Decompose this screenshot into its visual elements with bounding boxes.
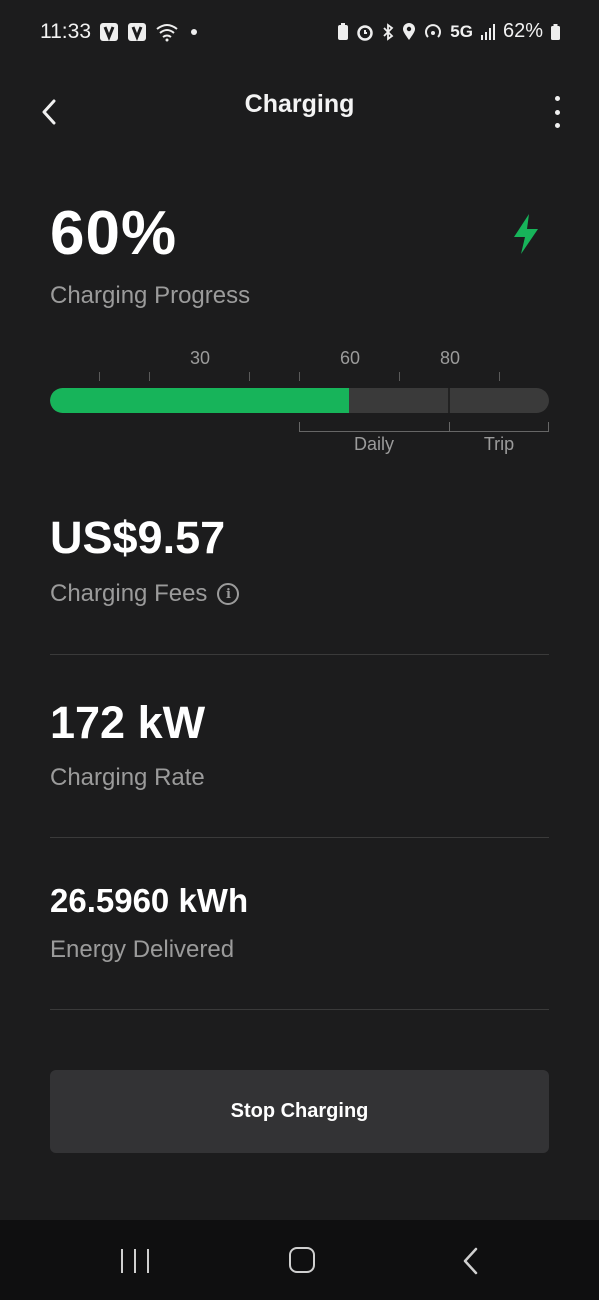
charging-percent: 60% — [50, 199, 178, 268]
page-title: Charging — [244, 90, 355, 118]
stop-charging-button[interactable]: Stop Charging — [50, 1070, 549, 1153]
hotspot-icon — [425, 23, 442, 38]
tesla-notification-icon — [128, 23, 146, 42]
battery-saver-icon — [338, 22, 349, 40]
notification-icons — [99, 22, 197, 42]
info-icon[interactable]: i — [217, 583, 240, 605]
notification-dot-icon — [191, 29, 197, 35]
battery-icon — [551, 23, 560, 40]
lightning-bolt-icon — [514, 214, 538, 254]
divider — [50, 837, 549, 838]
tesla-notification-icon — [100, 23, 118, 42]
nav-back-button[interactable] — [460, 1247, 484, 1275]
trip-label: Trip — [483, 434, 515, 454]
scale-label-30: 30 — [189, 348, 211, 368]
scale-tick — [499, 372, 500, 381]
charging-fees-value: US$9.57 — [50, 512, 226, 563]
energy-delivered-label: Energy Delivered — [50, 936, 235, 963]
bluetooth-icon — [383, 22, 394, 41]
battery-percent: 62% — [502, 20, 543, 42]
charging-rate-label: Charging Rate — [50, 764, 205, 791]
scale-label-80: 80 — [439, 348, 461, 368]
charge-progress-fill — [50, 388, 350, 413]
daily-range-bracket — [299, 422, 450, 432]
daily-label: Daily — [353, 434, 395, 454]
home-button[interactable] — [289, 1247, 315, 1273]
signal-icon — [480, 23, 495, 40]
energy-delivered-value: 26.5960 kWh — [50, 882, 249, 919]
wifi-icon — [156, 24, 178, 42]
more-vertical-icon — [554, 96, 560, 101]
alarm-icon — [357, 24, 374, 41]
charging-rate-value: 172 kW — [50, 697, 206, 748]
recent-apps-button[interactable] — [121, 1249, 149, 1273]
more-options-button[interactable] — [551, 96, 563, 128]
scale-label-60: 60 — [339, 348, 361, 368]
network-type: 5G — [450, 21, 473, 41]
scale-tick — [149, 372, 150, 381]
divider — [50, 1009, 549, 1010]
divider — [50, 654, 549, 655]
charge-progress-bar — [50, 388, 549, 413]
status-time: 11:33 — [40, 20, 91, 43]
system-nav-bar — [0, 1220, 599, 1300]
charging-fees-label-row: Charging Fees i — [50, 580, 240, 608]
status-bar: 11:33 5G 62% — [0, 0, 599, 64]
trip-range-bracket — [450, 422, 549, 432]
charge-level-scale: 30 60 80 Daily Trip — [50, 345, 549, 465]
scale-tick — [99, 372, 100, 381]
location-icon — [403, 22, 416, 40]
scale-tick — [399, 372, 400, 381]
scale-tick — [299, 372, 300, 381]
charging-fees-label: Charging Fees — [50, 580, 208, 607]
charge-limit-marker — [448, 388, 451, 413]
charging-progress-label: Charging Progress — [50, 282, 251, 309]
system-indicators: 5G 62% — [337, 20, 561, 43]
scale-tick — [249, 372, 250, 381]
app-header: Charging — [0, 80, 599, 140]
